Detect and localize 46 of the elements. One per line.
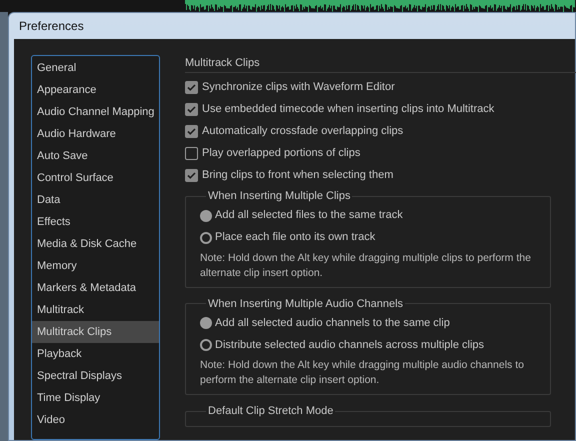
option-label: Add all selected audio channels to the same clip [215,316,450,331]
sidebar-item[interactable]: Data [32,189,159,211]
option-label: Place each file onto its own track [215,230,376,246]
sidebar-item[interactable]: Media & Disk Cache [32,233,159,255]
sidebar-item[interactable]: Audio Channel Mapping [32,101,159,123]
option-label: Play overlapped portions of clips [202,146,360,161]
sidebar-item[interactable]: Markers & Metadata [32,277,159,299]
checkmark-icon [187,82,196,92]
group-title: Default Clip Stretch Mode [207,404,334,419]
radio-button[interactable] [200,232,212,244]
checkbox[interactable] [185,146,198,160]
checkmark-icon [187,104,196,114]
radio-button[interactable] [200,210,212,222]
option-label: Distribute selected audio channels across multiple clips [215,338,484,353]
radio-button[interactable] [200,317,212,329]
sidebar-item[interactable]: Appearance [32,79,159,101]
sidebar-item[interactable]: Auto Save [32,145,159,167]
sidebar-item[interactable]: Memory [32,255,159,277]
checkbox[interactable] [185,124,198,138]
checkbox[interactable] [185,80,198,94]
checkmark-icon [187,170,196,180]
option-label: Use embedded timecode when inserting clips into Multitrack [202,102,494,117]
note-text: Note: Hold down the Alt key while dragging multiple audio channels to perform the alternate clip insert option. [200,358,525,388]
group-title: When Inserting Multiple Clips [207,189,352,204]
sidebar-item[interactable]: Effects [32,211,159,233]
section-title: Multitrack Clips [185,56,260,72]
group-title: When Inserting Multiple Audio Channels [207,296,404,312]
sidebar-item[interactable]: Audio Hardware [32,123,159,145]
option-label: Bring clips to front when selecting them [202,168,394,183]
sidebar-item[interactable]: Video [32,409,159,431]
option-label: Synchronize clips with Waveform Editor [202,80,395,95]
sidebar-item[interactable]: Multitrack Clips [32,321,159,343]
checkbox[interactable] [185,168,198,182]
window-title: Preferences [19,18,84,35]
sidebar-item[interactable]: Time Display [32,387,159,409]
option-label: Automatically crossfade overlapping clips [202,124,404,139]
note-text: Note: Hold down the Alt key while dragging multiple clips to perform the alternate clip insert option. [200,250,532,280]
checkmark-icon [187,126,196,136]
option-label: Add all selected files to the same track [215,208,403,224]
sidebar-item[interactable]: Control Surface [32,167,159,189]
sidebar-item[interactable]: Playback [32,343,159,365]
sidebar-item[interactable]: Spectral Displays [32,365,159,387]
checkbox[interactable] [185,102,198,116]
radio-button[interactable] [200,339,212,351]
sidebar-item[interactable]: Multitrack [32,299,159,321]
sidebar-item[interactable]: General [32,57,159,79]
